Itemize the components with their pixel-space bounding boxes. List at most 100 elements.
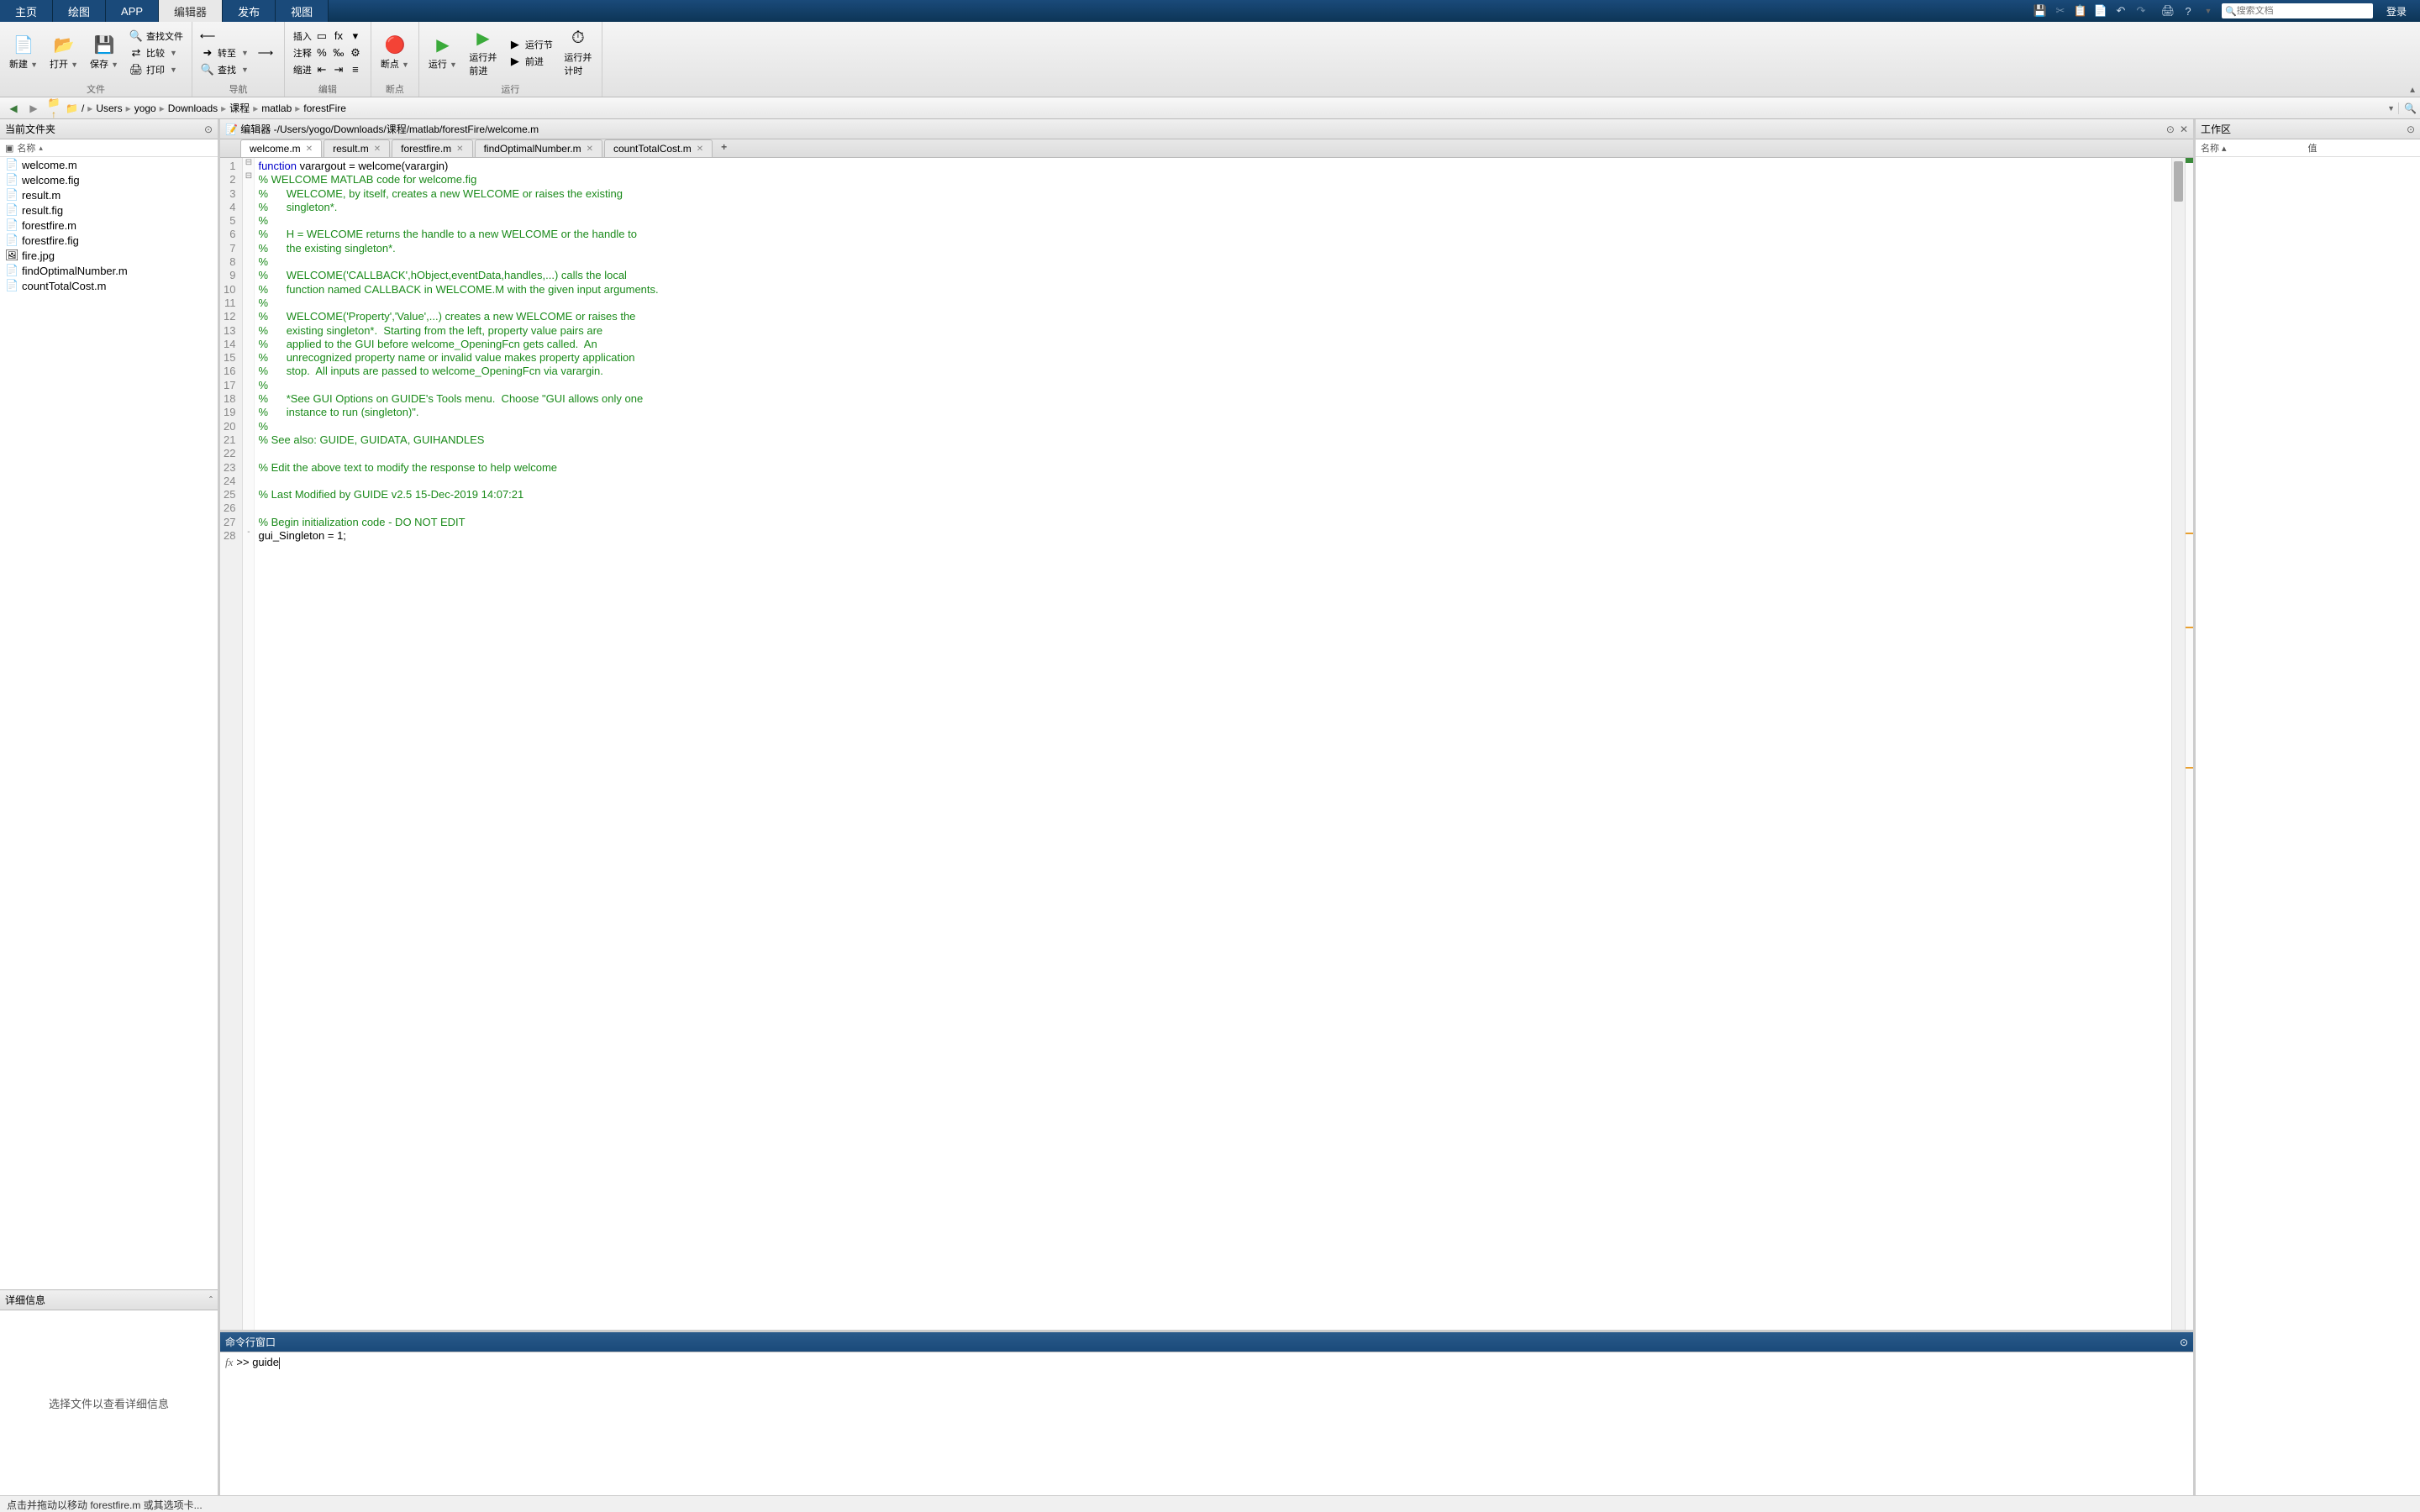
- ribbon-btn-0-0[interactable]: 📄新建 ▼: [5, 24, 42, 81]
- tab-close-icon[interactable]: ✕: [697, 144, 703, 154]
- ribbon-sm-打印[interactable]: 🖨打印▼: [126, 62, 187, 77]
- fx-icon[interactable]: fx: [225, 1356, 233, 1369]
- ribbon-sm-查找文件[interactable]: 🔍查找文件: [126, 29, 187, 44]
- editor-menu-icon[interactable]: ⊙: [2166, 123, 2175, 135]
- breadcrumb-item[interactable]: forestFire: [303, 102, 346, 114]
- ribbon-group-label: 断点: [376, 81, 413, 97]
- name-column[interactable]: 名称: [17, 141, 35, 155]
- command-window[interactable]: fx >> guide: [220, 1352, 2193, 1495]
- file-icon: 📄: [5, 279, 18, 292]
- editor-tab[interactable]: findOptimalNumber.m✕: [475, 139, 602, 157]
- doc-search-input[interactable]: [2237, 6, 2370, 16]
- copy-icon[interactable]: 📋: [2074, 4, 2087, 18]
- search-icon: 🔍: [2225, 6, 2237, 17]
- folder-icon[interactable]: 📁: [66, 102, 78, 114]
- login-link[interactable]: 登录: [2380, 4, 2413, 18]
- nav-up-icon[interactable]: 📁↑: [45, 97, 62, 120]
- code-minimap[interactable]: [2185, 158, 2193, 1330]
- details-header: 详细信息 ˆ: [0, 1290, 218, 1310]
- editor-tab[interactable]: forestfire.m✕: [392, 139, 472, 157]
- ribbon-sm-⟶[interactable]: ⟶: [255, 45, 279, 60]
- file-item[interactable]: 📄forestfire.fig: [0, 233, 218, 248]
- editor-tab[interactable]: result.m✕: [324, 139, 390, 157]
- panel-menu-icon[interactable]: ⊙: [204, 123, 213, 135]
- ribbon-btn-4-1[interactable]: ▶运行并前进: [465, 24, 502, 81]
- editor-tab[interactable]: countTotalCost.m✕: [604, 139, 713, 157]
- code-editor[interactable]: 1234567891011121314151617181920212223242…: [220, 158, 2193, 1330]
- ribbon-btn-0-2[interactable]: 💾保存 ▼: [86, 24, 123, 81]
- breadcrumb-item[interactable]: /: [82, 102, 84, 114]
- file-icon: 📄: [5, 173, 18, 186]
- ribbon-group-label: 导航: [197, 81, 279, 97]
- breadcrumb-item[interactable]: Downloads: [168, 102, 218, 114]
- ribbon-sm-查找[interactable]: 🔍查找▼: [197, 62, 252, 77]
- file-icon: 📄: [5, 188, 18, 202]
- ribbon-btn-0-1[interactable]: 📂打开 ▼: [45, 24, 82, 81]
- top-tab-0[interactable]: 主页: [0, 0, 53, 22]
- help-icon[interactable]: ?: [2181, 4, 2195, 18]
- ribbon-sm-前进[interactable]: ▶前进: [505, 54, 556, 69]
- tab-close-icon[interactable]: ✕: [456, 144, 463, 154]
- redo-icon[interactable]: ↷: [2134, 4, 2148, 18]
- ws-col-name[interactable]: 名称 ▴: [2201, 141, 2308, 155]
- undo-icon[interactable]: ↶: [2114, 4, 2128, 18]
- workspace-menu-icon[interactable]: ⊙: [2407, 123, 2415, 135]
- panel-title: 当前文件夹: [5, 122, 55, 136]
- ribbon-btn-3-0[interactable]: 🔴断点 ▼: [376, 24, 413, 81]
- current-folder-header: 当前文件夹 ⊙: [0, 119, 218, 139]
- ribbon-sm-运行节[interactable]: ▶运行节: [505, 37, 556, 52]
- top-tab-4[interactable]: 发布: [223, 0, 276, 22]
- top-tab-2[interactable]: APP: [106, 0, 159, 22]
- file-item[interactable]: 📄forestfire.m: [0, 218, 218, 233]
- ribbon-collapse-icon[interactable]: ▲: [2408, 86, 2417, 95]
- breadcrumb-item[interactable]: matlab: [261, 102, 292, 114]
- file-item[interactable]: 📄result.m: [0, 187, 218, 202]
- file-item[interactable]: 📄welcome.fig: [0, 172, 218, 187]
- ribbon-btn-4-0[interactable]: ▶运行 ▼: [424, 24, 461, 81]
- ribbon-sm-转至[interactable]: ➜转至▼: [197, 45, 252, 60]
- file-item[interactable]: 📄welcome.m: [0, 157, 218, 172]
- top-tab-3[interactable]: 编辑器: [159, 0, 223, 22]
- nav-back-icon[interactable]: ◀: [5, 102, 22, 114]
- file-icon: 📄: [5, 203, 18, 217]
- file-item[interactable]: 🖼fire.jpg: [0, 248, 218, 263]
- tab-close-icon[interactable]: ✕: [374, 144, 381, 154]
- top-tab-5[interactable]: 视图: [276, 0, 329, 22]
- breadcrumb-item[interactable]: Users: [96, 102, 122, 114]
- breadcrumb-item[interactable]: 课程: [229, 101, 250, 115]
- tab-close-icon[interactable]: ✕: [306, 144, 313, 154]
- nav-forward-icon[interactable]: ▶: [25, 102, 42, 114]
- ribbon-sm-⟵[interactable]: ⟵: [197, 29, 252, 44]
- doc-search[interactable]: 🔍: [2222, 3, 2373, 18]
- ribbon-row-缩进[interactable]: 缩进 ⇤⇥≡: [290, 62, 366, 77]
- ribbon-row-插入[interactable]: 插入 ▭fx▾: [290, 29, 366, 44]
- editor-tab[interactable]: welcome.m✕: [240, 139, 322, 157]
- cut-icon[interactable]: ✂: [2054, 4, 2067, 18]
- breadcrumb: /▸Users▸yogo▸Downloads▸课程▸matlab▸forestF…: [82, 101, 2384, 115]
- file-item[interactable]: 📄result.fig: [0, 202, 218, 218]
- file-item[interactable]: 📄countTotalCost.m: [0, 278, 218, 293]
- cmd-menu-icon[interactable]: ⊙: [2180, 1336, 2188, 1348]
- editor-close-icon[interactable]: ✕: [2180, 123, 2188, 135]
- ribbon-btn2-4-0[interactable]: ⏱运行并计时: [560, 24, 597, 81]
- details-collapse-icon[interactable]: ˆ: [209, 1294, 213, 1306]
- paste-icon[interactable]: 📄: [2094, 4, 2107, 18]
- path-search-icon[interactable]: 🔍: [2398, 102, 2415, 114]
- current-folder-panel: 当前文件夹 ⊙ ▣ 名称 ▴ 📄welcome.m📄welcome.fig📄re…: [0, 119, 220, 1495]
- ribbon-row-注释[interactable]: 注释 %‰⚙: [290, 45, 366, 60]
- ribbon-sm-比较[interactable]: ⇄比较▼: [126, 45, 187, 60]
- cmd-input[interactable]: guide: [252, 1356, 279, 1368]
- save-icon[interactable]: 💾: [2033, 4, 2047, 18]
- tab-close-icon[interactable]: ✕: [587, 144, 593, 154]
- ws-col-value[interactable]: 值: [2308, 141, 2416, 155]
- sort-icon[interactable]: ▣: [5, 143, 13, 154]
- editor-scrollbar[interactable]: [2171, 158, 2185, 1330]
- breadcrumb-item[interactable]: yogo: [134, 102, 156, 114]
- help-dropdown-icon[interactable]: ▼: [2202, 4, 2215, 18]
- tab-add-button[interactable]: +: [714, 139, 734, 157]
- file-item[interactable]: 📄findOptimalNumber.m: [0, 263, 218, 278]
- print-icon[interactable]: 🖨: [2161, 4, 2175, 18]
- file-icon: 📄: [5, 218, 18, 232]
- path-dropdown-icon[interactable]: ▼: [2387, 104, 2395, 113]
- top-tab-1[interactable]: 绘图: [53, 0, 106, 22]
